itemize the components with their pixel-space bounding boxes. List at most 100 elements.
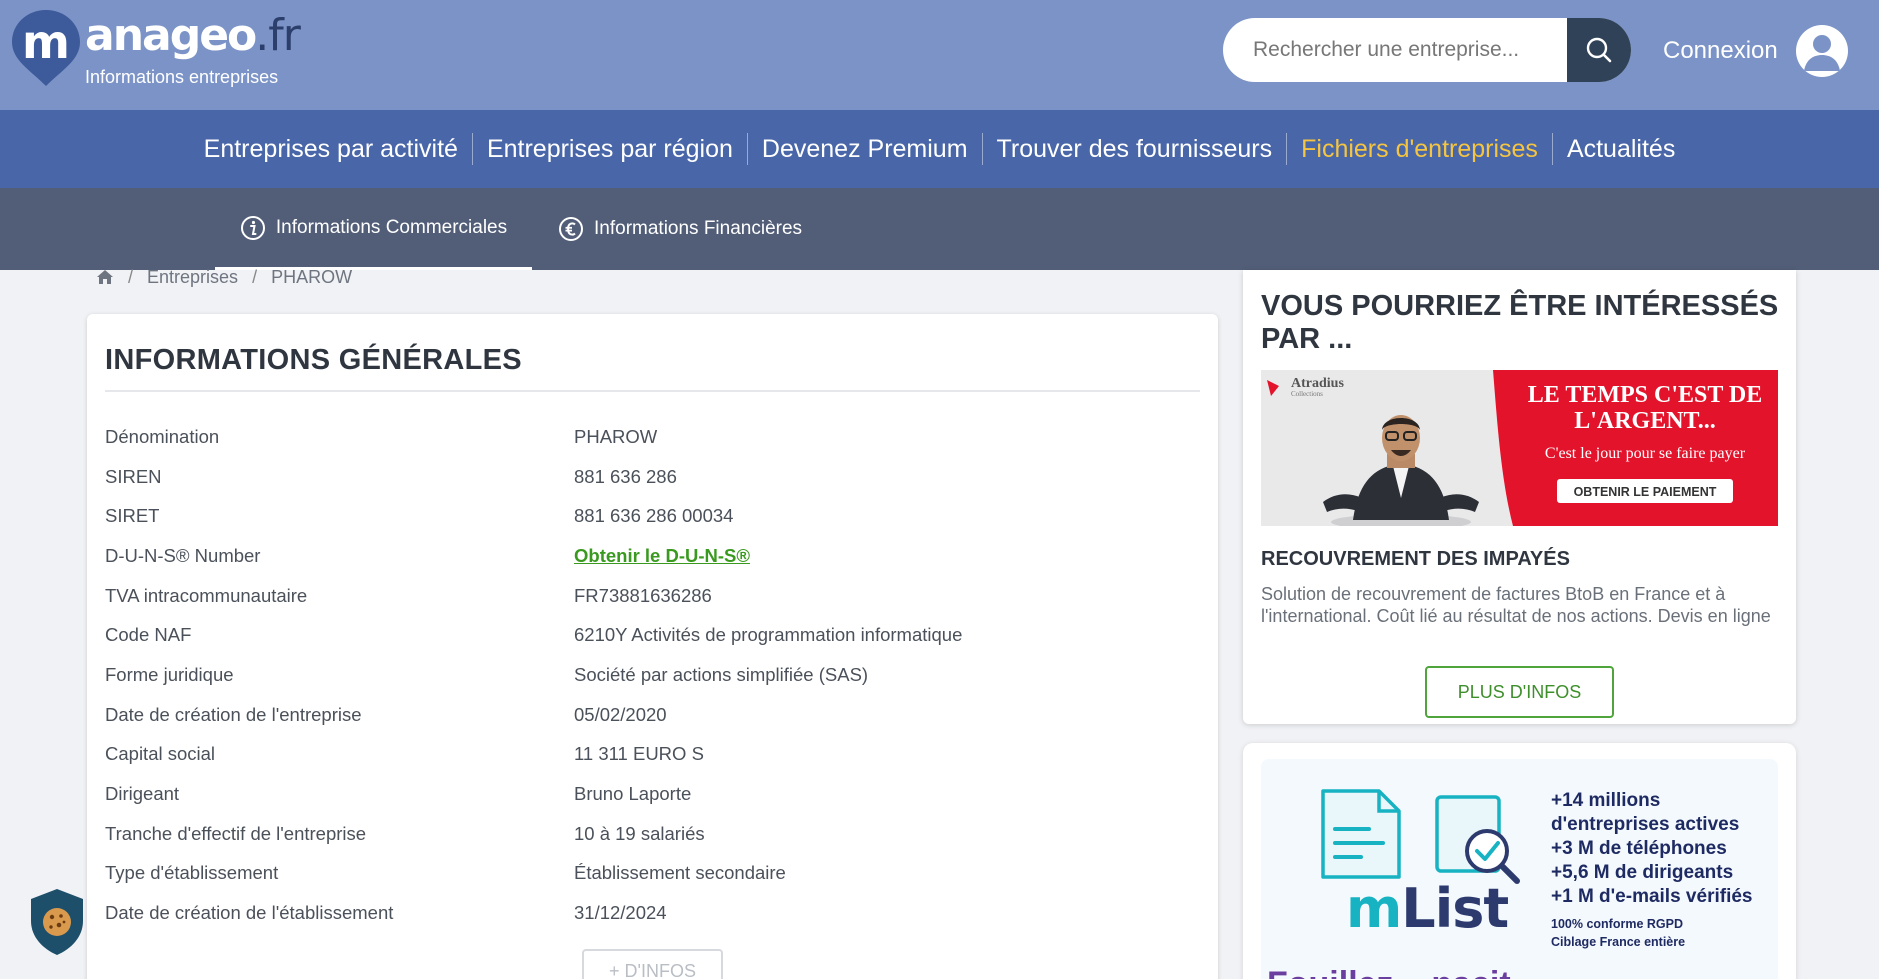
info-rows: Dénomination PHAROW SIREN 881 636 286 SI… [105, 417, 1200, 933]
manageo-logo[interactable]: m anageo.fr Informations entreprises [10, 8, 310, 92]
row-value: FR73881636286 [574, 584, 712, 606]
home-icon[interactable] [96, 269, 114, 285]
tab-label: Informations Financières [594, 218, 803, 239]
info-row-dirigeant: Dirigeant Bruno Laporte [105, 774, 1200, 814]
atradius-banner[interactable]: Atradius Collections LE TEMPS C'EST DE L… [1261, 370, 1778, 526]
breadcrumb: / Entreprises / PHAROW [96, 264, 352, 290]
cookie-settings-button[interactable] [28, 887, 86, 957]
tab-informations-commerciales[interactable]: Informations Commerciales [215, 188, 532, 270]
nav-item-fournisseurs[interactable]: Trouver des fournisseurs [981, 133, 1287, 165]
mlist-bottom-text: Fouillez ...nacit... [1267, 965, 1539, 979]
svg-text:m: m [22, 15, 70, 69]
info-row-date-creation-entreprise: Date de création de l'entreprise 05/02/2… [105, 695, 1200, 735]
search-bar [1223, 18, 1631, 82]
user-avatar-icon [1795, 25, 1848, 77]
info-row-denomination: Dénomination PHAROW [105, 417, 1200, 457]
logo-pin-icon: m [12, 10, 80, 86]
row-label: Dirigeant [105, 783, 180, 805]
info-row-capital-social: Capital social 11 311 EURO S [105, 735, 1200, 775]
row-value: Bruno Laporte [574, 783, 692, 805]
info-row-tranche-effectif: Tranche d'effectif de l'entreprise 10 à … [105, 814, 1200, 854]
row-value: 881 636 286 [574, 465, 677, 487]
general-info-card: INFORMATIONS GÉNÉRALES Dénomination PHAR… [87, 314, 1218, 979]
mlist-ad-card[interactable]: mList +14 millions d'entreprises actives… [1243, 743, 1796, 979]
logo-tagline: Informations entreprises [85, 67, 279, 87]
atradius-banner-image: Atradius Collections LE TEMPS C'EST DE L… [1261, 370, 1778, 526]
recommendation-title: VOUS POURRIEZ ÊTRE INTÉRESSÉS PAR ... [1261, 290, 1779, 355]
duns-link[interactable]: Obtenir le D-U-N-S® [574, 545, 750, 567]
row-label: D-U-N-S® Number [105, 544, 261, 566]
tab-label: Informations Commerciales [275, 216, 508, 238]
info-row-tva: TVA intracommunautaire FR73881636286 [105, 576, 1200, 616]
row-label: Date de création de l'établissement [105, 902, 394, 924]
general-info-title: INFORMATIONS GÉNÉRALES [105, 344, 522, 376]
row-label: Type d'établissement [105, 862, 279, 884]
recommendation-card: VOUS POURRIEZ ÊTRE INTÉRESSÉS PAR ... At… [1243, 270, 1796, 724]
banner-brand: Atradius [1291, 376, 1344, 391]
row-label: Dénomination [105, 425, 220, 447]
search-button[interactable] [1567, 18, 1631, 82]
logo-tld: .fr [255, 10, 301, 61]
mlist-note: 100% conforme RGPD [1551, 917, 1683, 931]
nav-item-region[interactable]: Entreprises par région [471, 133, 747, 165]
row-label: SIREN [105, 465, 162, 487]
nav-item-fichiers[interactable]: Fichiers d'entreprises [1286, 133, 1552, 165]
row-value: 05/02/2020 [574, 703, 667, 725]
mlist-logo: mList [1346, 877, 1509, 940]
info-row-forme-juridique: Forme juridique Société par actions simp… [105, 655, 1200, 695]
recommendation-subtitle: RECOUVREMENT DES IMPAYÉS [1261, 548, 1570, 570]
cookie-shield-icon [31, 889, 83, 955]
info-row-siren: SIREN 881 636 286 [105, 457, 1200, 497]
row-label: Code NAF [105, 624, 192, 646]
main-nav: Entreprises par activité Entreprises par… [0, 110, 1879, 188]
logo-wordmark: anageo.fr [85, 14, 301, 58]
tab-informations-financieres[interactable]: Informations Financières [558, 188, 802, 270]
mlist-note: Ciblage France entière [1551, 935, 1686, 949]
breadcrumb-separator: / [252, 266, 258, 287]
sub-nav: Informations Commerciales Informations F… [0, 188, 1879, 270]
nav-item-activite[interactable]: Entreprises par activité [190, 133, 472, 165]
row-label: Capital social [105, 743, 216, 765]
mlist-stat: +14 millions [1551, 790, 1661, 811]
login-button[interactable]: Connexion [1663, 25, 1848, 77]
mlist-stats: +14 millions d'entreprises actives +3 M … [1551, 789, 1752, 951]
banner-brand-sub: Collections [1291, 390, 1323, 398]
search-input[interactable] [1223, 18, 1567, 82]
mlist-stat: +5,6 M de dirigeants [1551, 862, 1734, 883]
plus-infos-button[interactable]: PLUS D'INFOS [1425, 666, 1614, 718]
row-value: 10 à 19 salariés [574, 822, 705, 844]
breadcrumb-item-current: PHAROW [271, 266, 353, 287]
row-label: Forme juridique [105, 663, 234, 685]
mlist-logo-list: List [1401, 877, 1509, 940]
row-value: 6210Y Activités de programmation informa… [574, 624, 963, 646]
row-value: Société par actions simplifiée (SAS) [574, 663, 869, 685]
row-value: PHAROW [574, 425, 658, 447]
info-row-duns: D-U-N-S® Number Obtenir le D-U-N-S® [105, 536, 1200, 576]
nav-item-premium[interactable]: Devenez Premium [746, 133, 982, 165]
mlist-logo-m: m [1346, 877, 1402, 940]
row-value: Établissement secondaire [574, 862, 786, 884]
more-info-button[interactable]: + D'INFOS [582, 949, 723, 979]
breadcrumb-separator: / [128, 266, 134, 287]
info-row-siret: SIRET 881 636 286 00034 [105, 496, 1200, 536]
row-label: Tranche d'effectif de l'entreprise [105, 822, 367, 844]
nav-item-actualites[interactable]: Actualités [1551, 133, 1689, 165]
row-value: 31/12/2024 [574, 902, 667, 924]
info-row-code-naf: Code NAF 6210Y Activités de programmatio… [105, 615, 1200, 655]
euro-circle-icon [559, 217, 583, 241]
logo-main: anageo [85, 10, 257, 61]
search-icon [1586, 37, 1612, 63]
row-value: 11 311 EURO S [574, 743, 704, 765]
info-circle-icon [240, 215, 265, 240]
banner-tagline: C'est le jour pour se faire payer [1545, 445, 1746, 462]
top-header: m anageo.fr Informations entreprises Con… [0, 0, 1879, 110]
mlist-stat: +1 M d'e-mails vérifiés [1551, 886, 1753, 907]
login-label: Connexion [1663, 37, 1778, 64]
breadcrumb-item-entreprises[interactable]: Entreprises [147, 267, 238, 288]
row-label: SIRET [105, 505, 160, 527]
title-divider [105, 390, 1200, 392]
row-value: 881 636 286 00034 [574, 505, 734, 527]
banner-headline-2: L'ARGENT... [1574, 408, 1716, 434]
info-row-date-creation-etablissement: Date de création de l'établissement 31/1… [105, 893, 1200, 933]
mlist-ad-panel: mList +14 millions d'entreprises actives… [1261, 759, 1778, 979]
